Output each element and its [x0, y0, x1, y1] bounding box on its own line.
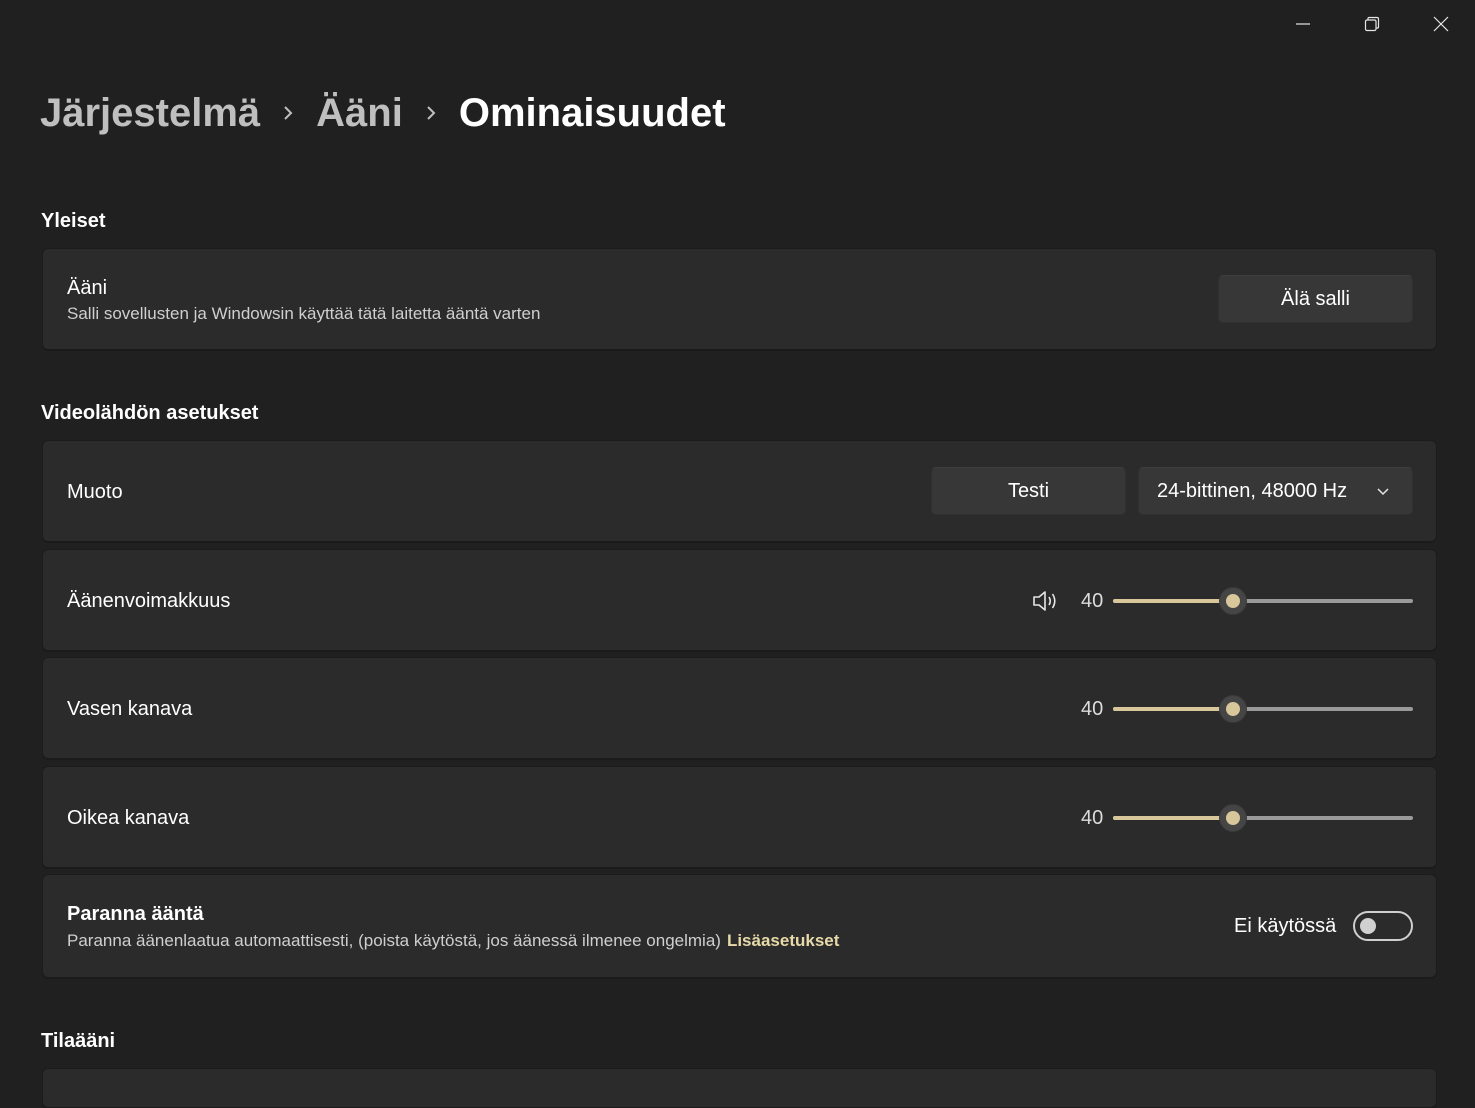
section-header-spatial-sound: Tilaääni: [41, 1030, 116, 1052]
volume-card: Äänenvoimakkuus 40: [42, 549, 1437, 651]
enhance-description-row: Paranna äänenlaatua automaattisesti, (po…: [67, 931, 839, 951]
chevron-right-icon: [282, 104, 294, 122]
enhance-state-label: Ei käytössä: [1234, 915, 1337, 937]
format-card: Muoto Testi 24-bittinen, 48000 Hz: [42, 440, 1437, 542]
right-channel-label: Oikea kanava: [67, 807, 190, 829]
test-button[interactable]: Testi: [931, 467, 1126, 515]
breadcrumb-item-system[interactable]: Järjestelmä: [40, 91, 260, 136]
slider-thumb[interactable]: [1219, 804, 1247, 832]
slider-thumb[interactable]: [1219, 587, 1247, 615]
breadcrumb: Järjestelmä Ääni Ominaisuudet: [40, 84, 726, 142]
slider-fill: [1113, 707, 1233, 711]
advanced-settings-link[interactable]: Lisäasetukset: [727, 931, 839, 950]
speaker-icon[interactable]: [1031, 588, 1059, 619]
chevron-down-icon: [1377, 488, 1389, 496]
page-title: Ominaisuudet: [458, 90, 726, 135]
volume-label: Äänenvoimakkuus: [67, 590, 231, 612]
format-selected-value: 24-bittinen, 48000 Hz: [1157, 479, 1348, 502]
restore-button[interactable]: [1337, 0, 1406, 48]
close-icon: [1433, 16, 1448, 32]
left-channel-card: Vasen kanava 40: [42, 657, 1437, 759]
section-header-general: Yleiset: [41, 210, 106, 232]
right-channel-value: 40: [1081, 807, 1104, 829]
right-channel-card: Oikea kanava 40: [42, 766, 1437, 868]
slider-fill: [1113, 816, 1233, 820]
volume-slider[interactable]: [1113, 587, 1413, 615]
enhance-audio-card: Paranna ääntä Paranna äänenlaatua automa…: [42, 874, 1437, 978]
section-header-video-output: Videolähdön asetukset: [41, 402, 259, 424]
format-label: Muoto: [67, 481, 123, 503]
format-dropdown[interactable]: 24-bittinen, 48000 Hz: [1138, 467, 1413, 515]
breadcrumb-item-sound[interactable]: Ääni: [316, 91, 403, 136]
spatial-sound-card: [42, 1068, 1437, 1108]
enhance-audio-toggle[interactable]: [1353, 911, 1413, 941]
volume-value: 40: [1081, 590, 1104, 612]
left-channel-slider[interactable]: [1113, 695, 1413, 723]
dont-allow-button[interactable]: Älä salli: [1218, 275, 1413, 323]
minimize-button[interactable]: [1268, 0, 1337, 48]
right-channel-slider[interactable]: [1113, 804, 1413, 832]
window-controls: [1268, 0, 1475, 48]
enhance-title: Paranna ääntä: [67, 903, 204, 925]
left-channel-label: Vasen kanava: [67, 698, 193, 720]
enhance-description: Paranna äänenlaatua automaattisesti, (po…: [67, 931, 721, 950]
slider-fill: [1113, 599, 1233, 603]
audio-description: Salli sovellusten ja Windowsin käyttää t…: [67, 304, 541, 323]
audio-title: Ääni: [67, 277, 108, 299]
audio-allow-card: Ääni Salli sovellusten ja Windowsin käyt…: [42, 248, 1437, 350]
minimize-icon: [1295, 23, 1310, 25]
left-channel-value: 40: [1081, 698, 1104, 720]
slider-thumb[interactable]: [1219, 695, 1247, 723]
close-button[interactable]: [1406, 0, 1475, 48]
chevron-right-icon: [425, 104, 437, 122]
toggle-knob: [1360, 918, 1376, 934]
restore-icon: [1364, 16, 1379, 32]
